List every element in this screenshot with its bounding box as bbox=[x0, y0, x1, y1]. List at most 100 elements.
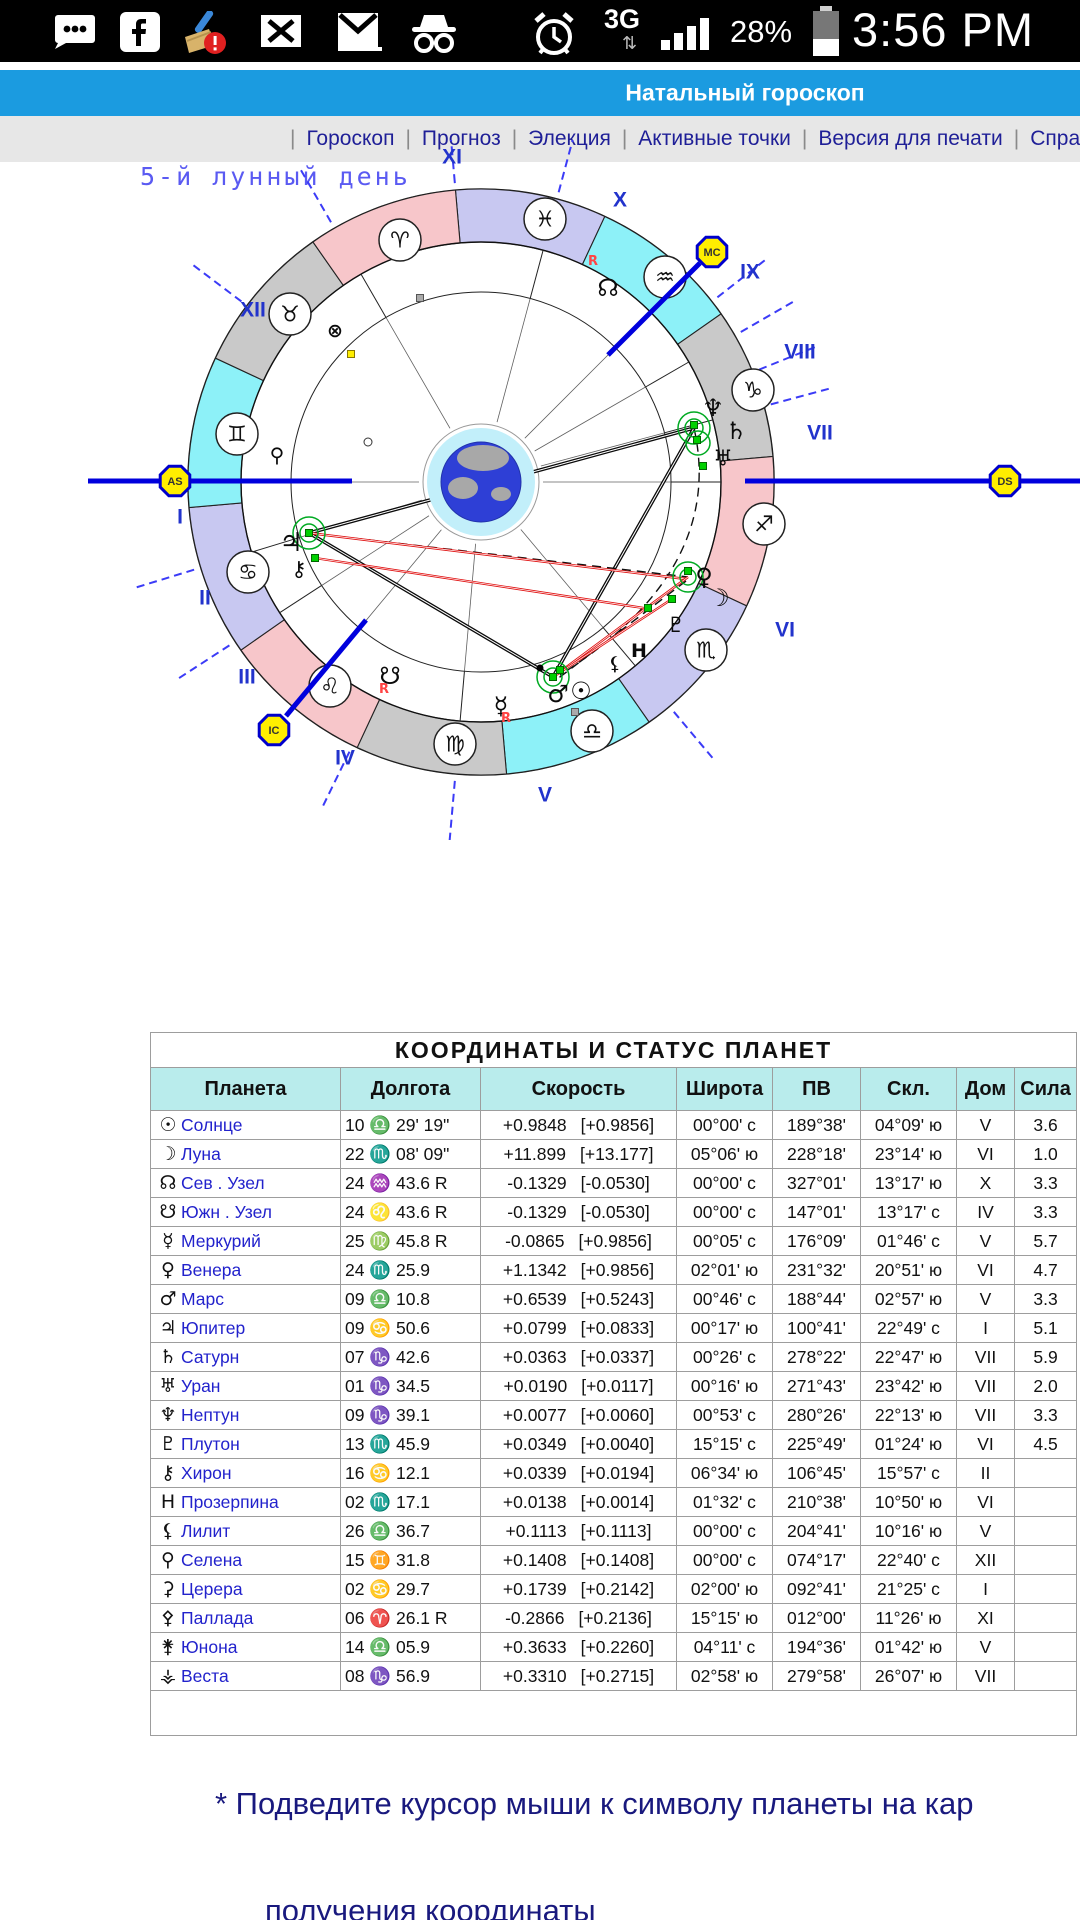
latitude-cell: 00°26' с bbox=[676, 1342, 773, 1372]
yellow-marker bbox=[347, 350, 355, 358]
speed-mean-value: [+0.2142] bbox=[580, 1578, 655, 1599]
speed-value: +0.0799 bbox=[502, 1317, 567, 1338]
speed-mean-value: [+0.0040] bbox=[580, 1433, 655, 1454]
speed-value: +11.899 bbox=[503, 1143, 566, 1164]
declination-cell: 20°51' ю bbox=[860, 1255, 957, 1285]
planet-glyph: ☋ bbox=[159, 1201, 177, 1223]
chart-planet-sun-icon[interactable]: ☉ bbox=[570, 677, 592, 705]
page: 3G ⇅ 28% 3:56 PM Натальный гороскоп | Гор… bbox=[0, 0, 1080, 1920]
planet-name-link[interactable]: Селена bbox=[181, 1550, 242, 1570]
chart-planet-lilith-icon[interactable]: ⚸ bbox=[608, 653, 622, 675]
longitude-cell: 26 ♎ 36.7 bbox=[340, 1516, 481, 1546]
pv-cell: 210°38' bbox=[772, 1487, 861, 1517]
planet-name-link[interactable]: Сев . Узел bbox=[181, 1173, 265, 1193]
planet-name-link[interactable]: Плутон bbox=[181, 1434, 240, 1454]
chart-planet-proserpina-icon[interactable]: H bbox=[631, 640, 647, 662]
house-cell: I bbox=[956, 1574, 1015, 1604]
planet-glyph: ♀ bbox=[161, 1259, 175, 1281]
planet-name-link[interactable]: Уран bbox=[181, 1376, 220, 1396]
power-cell: 3.3 bbox=[1013, 1400, 1078, 1430]
longitude-cell: 22 ♏ 08' 09" bbox=[340, 1139, 481, 1169]
power-cell bbox=[1013, 1487, 1078, 1517]
latitude-cell: 02°58' ю bbox=[676, 1661, 773, 1691]
power-cell: 3.6 bbox=[1013, 1110, 1078, 1140]
col-header-: Скорость bbox=[480, 1067, 677, 1111]
pv-cell: 204°41' bbox=[772, 1516, 861, 1546]
chart-planet-mars-icon[interactable]: ♂ bbox=[547, 680, 569, 708]
planet-glyph: ⚵ bbox=[161, 1636, 175, 1658]
house-cell: VII bbox=[956, 1400, 1015, 1430]
signal-icon bbox=[661, 18, 709, 50]
planet-name-link[interactable]: Паллада bbox=[181, 1608, 253, 1628]
table-row: ♃ Юпитер 09 ♋ 50.6 +0.0799 [+0.0833] 00°17' ю… bbox=[150, 1313, 1078, 1343]
planet-cell: ♆ Нептун bbox=[150, 1400, 341, 1430]
speed-value: -0.0865 bbox=[505, 1230, 565, 1251]
power-cell: 3.3 bbox=[1013, 1168, 1078, 1198]
chart-planet-moon-icon[interactable]: ☽ bbox=[708, 584, 730, 612]
chart-planet-chiron-icon[interactable]: ⚷ bbox=[291, 557, 306, 581]
speed-mean-value: [+0.0194] bbox=[580, 1462, 655, 1483]
house-cell: I bbox=[956, 1313, 1015, 1343]
planet-name-link[interactable]: Хирон bbox=[181, 1463, 232, 1483]
speed-value: +0.0077 bbox=[502, 1404, 567, 1425]
power-cell: 1.0 bbox=[1013, 1139, 1078, 1169]
longitude-cell: 10 ♎ 29' 19" bbox=[340, 1110, 481, 1140]
planet-name-link[interactable]: Южн . Узел bbox=[181, 1202, 272, 1222]
table-row: ⚶ Веста 08 ♑ 56.9 +0.3310 [+0.2715] 02°58' ю2… bbox=[150, 1661, 1078, 1691]
speed-cell: +0.0077 [+0.0060] bbox=[480, 1400, 677, 1430]
speed-value: +0.0138 bbox=[502, 1491, 567, 1512]
chart-planet-neptune-icon[interactable]: ♆ bbox=[702, 394, 724, 422]
col-header-: Широта bbox=[676, 1067, 773, 1111]
speed-mean-value: [+0.2260] bbox=[580, 1636, 655, 1657]
house-numeral-V: V bbox=[538, 784, 552, 807]
col-header-: Планета bbox=[150, 1067, 341, 1111]
planet-name-link[interactable]: Венера bbox=[181, 1260, 241, 1280]
speed-mean-value: [+13.177] bbox=[579, 1143, 654, 1164]
planet-name-link[interactable]: Лилит bbox=[181, 1521, 230, 1541]
chart-planet-selena-icon[interactable]: ⚲ bbox=[270, 443, 285, 467]
latitude-cell: 02°01' ю bbox=[676, 1255, 773, 1285]
house-numeral-VI: VI bbox=[775, 619, 795, 642]
chart-planet-part-of-fortune-icon[interactable]: ⊗ bbox=[327, 320, 343, 342]
longitude-cell: 13 ♏ 45.9 bbox=[340, 1429, 481, 1459]
chart-planet-uranus-icon[interactable]: ♅ bbox=[713, 447, 733, 472]
planet-name-link[interactable]: Юнона bbox=[181, 1637, 237, 1657]
planet-name-link[interactable]: Прозерпина bbox=[181, 1492, 279, 1512]
planet-name-link[interactable]: Церера bbox=[181, 1579, 243, 1599]
speed-cell: +0.0339 [+0.0194] bbox=[480, 1458, 677, 1488]
declination-cell: 11°26' ю bbox=[860, 1603, 957, 1633]
planet-cell: ♃ Юпитер bbox=[150, 1313, 341, 1343]
zodiac-glyph-aries-icon: ♈ bbox=[390, 229, 410, 254]
android-status-bar: 3G ⇅ 28% 3:56 PM bbox=[0, 0, 1080, 62]
planet-name-link[interactable]: Сатурн bbox=[181, 1347, 239, 1367]
house-cell: VI bbox=[956, 1255, 1015, 1285]
chart-planet-jupiter-icon[interactable]: ♃ bbox=[279, 528, 302, 558]
longitude-cell: 01 ♑ 34.5 bbox=[340, 1371, 481, 1401]
chart-planet-saturn-icon[interactable]: ♄ bbox=[725, 417, 747, 445]
speed-value: +0.0363 bbox=[502, 1346, 567, 1367]
earth-land bbox=[491, 487, 511, 501]
power-cell: 3.3 bbox=[1013, 1197, 1078, 1227]
planet-glyph: ♆ bbox=[159, 1404, 177, 1426]
facebook-icon bbox=[120, 12, 160, 52]
longitude-cell: 25 ♍ 45.8 R bbox=[340, 1226, 481, 1256]
degree-marker bbox=[571, 708, 579, 716]
table-header-row: Планета Долгота Скорость Широта ПВ Скл. Дом Сил… bbox=[150, 1067, 1078, 1111]
planet-name-link[interactable]: Солнце bbox=[181, 1115, 242, 1135]
planet-name-link[interactable]: Луна bbox=[181, 1144, 221, 1164]
planet-name-link[interactable]: Юпитер bbox=[181, 1318, 245, 1338]
planet-name-link[interactable]: Меркурий bbox=[181, 1231, 261, 1251]
table-row: ⚷ Хирон 16 ♋ 12.1 +0.0339 [+0.0194] 06°34' ю1… bbox=[150, 1458, 1078, 1488]
zodiac-glyph-sagittarius-icon: ♐ bbox=[754, 513, 774, 538]
house-numeral-II: II bbox=[199, 587, 211, 610]
earth-land bbox=[457, 445, 509, 471]
chart-planet-north-node-icon[interactable]: ☊ bbox=[597, 274, 618, 302]
house-cell: VII bbox=[956, 1661, 1015, 1691]
planet-cell: ⚳ Церера bbox=[150, 1574, 341, 1604]
planet-name-link[interactable]: Нептун bbox=[181, 1405, 239, 1425]
cusp-tick-line bbox=[448, 780, 456, 843]
planet-name-link[interactable]: Веста bbox=[181, 1666, 229, 1686]
chart-planet-pluto-icon[interactable]: ♇ bbox=[667, 613, 686, 637]
planet-name-link[interactable]: Марс bbox=[181, 1289, 224, 1309]
table-row: ⚲ Селена 15 ♊ 31.8 +0.1408 [+0.1408] 00°00' с… bbox=[150, 1545, 1078, 1575]
